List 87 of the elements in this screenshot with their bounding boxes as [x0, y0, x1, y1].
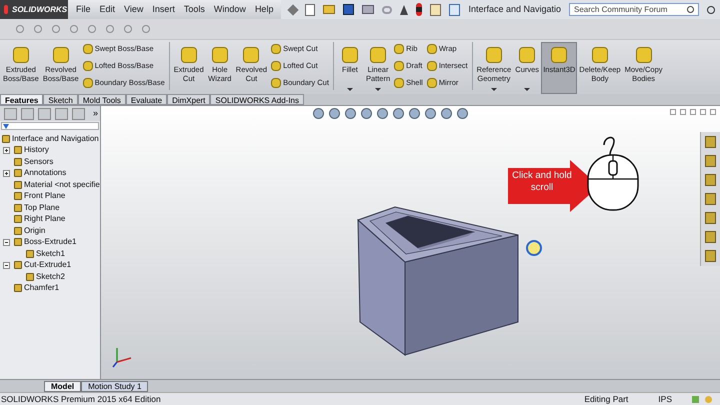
tree-node-icon	[26, 272, 34, 281]
expand-toggle[interactable]	[3, 146, 10, 154]
tool-icon	[394, 44, 404, 54]
menu-item[interactable]: Help	[254, 2, 274, 16]
tab[interactable]: Motion Study 1	[81, 380, 148, 392]
tree-item[interactable]: Interface and Navigation	[12, 132, 99, 145]
caret-icon	[524, 88, 530, 91]
tree-node-icon	[14, 192, 22, 200]
tree-node-icon	[14, 204, 22, 212]
tree-item[interactable]: Material <not specifie	[24, 178, 100, 191]
tool-icon	[551, 47, 568, 63]
logo-text: SOLIDWORKS	[12, 4, 68, 16]
status-text: Editing Part	[584, 392, 628, 405]
callout-text: Click and hold scroll	[511, 170, 573, 194]
tree-node-icon	[14, 284, 22, 292]
search-icon	[687, 6, 694, 13]
tab[interactable]: Sketch	[43, 94, 78, 105]
logo-icon	[4, 5, 8, 14]
tool-icon	[636, 47, 652, 63]
tool-icon	[12, 47, 29, 63]
caret-icon	[490, 88, 497, 91]
tool-icon	[212, 47, 228, 63]
tool-icon	[370, 47, 386, 63]
tree-node-icon	[2, 134, 10, 143]
tree-node-icon	[14, 146, 22, 154]
menu-item[interactable]: File	[76, 2, 91, 16]
tree-item[interactable]: Origin	[24, 224, 46, 237]
tree-item[interactable]: Sensors	[24, 156, 54, 168]
tab[interactable]: Model	[44, 380, 82, 392]
tool-icon	[82, 78, 93, 88]
tool-icon	[394, 78, 404, 88]
tree-item[interactable]: Boss-Extrude1	[24, 236, 76, 248]
tree-item[interactable]: Right Plane	[24, 213, 66, 226]
tool-icon	[271, 61, 282, 71]
menu-item[interactable]: Window	[214, 2, 246, 16]
tool-icon	[394, 61, 404, 71]
status-text: SOLIDWORKS Premium 2015 x64 Edition	[1, 392, 161, 405]
tool-icon	[180, 47, 197, 63]
expand-toggle[interactable]	[3, 170, 10, 177]
caret-icon	[346, 88, 353, 91]
tool-icon	[519, 47, 536, 63]
units-text: IPS	[658, 392, 672, 405]
menu-item[interactable]: View	[124, 2, 144, 16]
tree-item[interactable]: Cut-Extrude1	[24, 259, 72, 272]
tree-node-icon	[14, 180, 22, 189]
tree-node-icon	[14, 158, 22, 166]
tool-icon	[271, 44, 282, 54]
collapse-toggle[interactable]	[3, 262, 10, 269]
tool-icon	[271, 78, 282, 88]
tree-item[interactable]: Front Plane	[24, 190, 66, 202]
tab[interactable]: Evaluate	[126, 94, 168, 105]
tool-icon	[342, 47, 358, 63]
more-button[interactable]: »	[93, 109, 98, 118]
search-field[interactable]: Search Community Forum	[569, 3, 700, 16]
menu-item[interactable]: Edit	[100, 2, 116, 16]
tool-icon	[426, 44, 437, 54]
tree-node-icon	[14, 238, 22, 246]
tab[interactable]: Features	[0, 94, 44, 105]
tree-item[interactable]: Sketch2	[36, 270, 65, 283]
tool-icon	[486, 47, 502, 63]
collapse-toggle[interactable]	[3, 238, 10, 246]
filter-icon[interactable]	[3, 124, 9, 128]
tree-item[interactable]: Annotations	[24, 167, 66, 180]
tree-node-icon	[14, 215, 22, 224]
tool-icon	[82, 61, 93, 71]
tool-icon	[592, 47, 608, 63]
document-title: Interface and Navigatio	[468, 2, 562, 16]
menu-item[interactable]: Insert	[152, 2, 175, 16]
tree-node-icon	[26, 250, 34, 258]
menu-item[interactable]: Tools	[184, 2, 205, 16]
tree-item[interactable]: Sketch1	[36, 248, 65, 260]
tool-icon	[243, 47, 260, 63]
tree-item[interactable]: History	[24, 144, 49, 156]
caret-icon	[375, 88, 382, 91]
tree-node-icon	[14, 169, 22, 178]
tab[interactable]: Mold Tools	[78, 94, 126, 105]
tree-node-icon	[14, 226, 22, 235]
tab[interactable]: SOLIDWORKS Add-Ins	[210, 94, 304, 105]
tree-node-icon	[14, 261, 22, 270]
tool-icon	[426, 61, 437, 71]
tool-icon	[82, 44, 93, 54]
tree-item[interactable]: Top Plane	[24, 202, 60, 214]
axis-triad-icon	[111, 346, 133, 368]
tree-item[interactable]: Chamfer1	[24, 282, 60, 294]
tool-icon	[52, 47, 69, 63]
tab[interactable]: DimXpert	[167, 94, 210, 105]
tool-icon	[426, 78, 437, 88]
